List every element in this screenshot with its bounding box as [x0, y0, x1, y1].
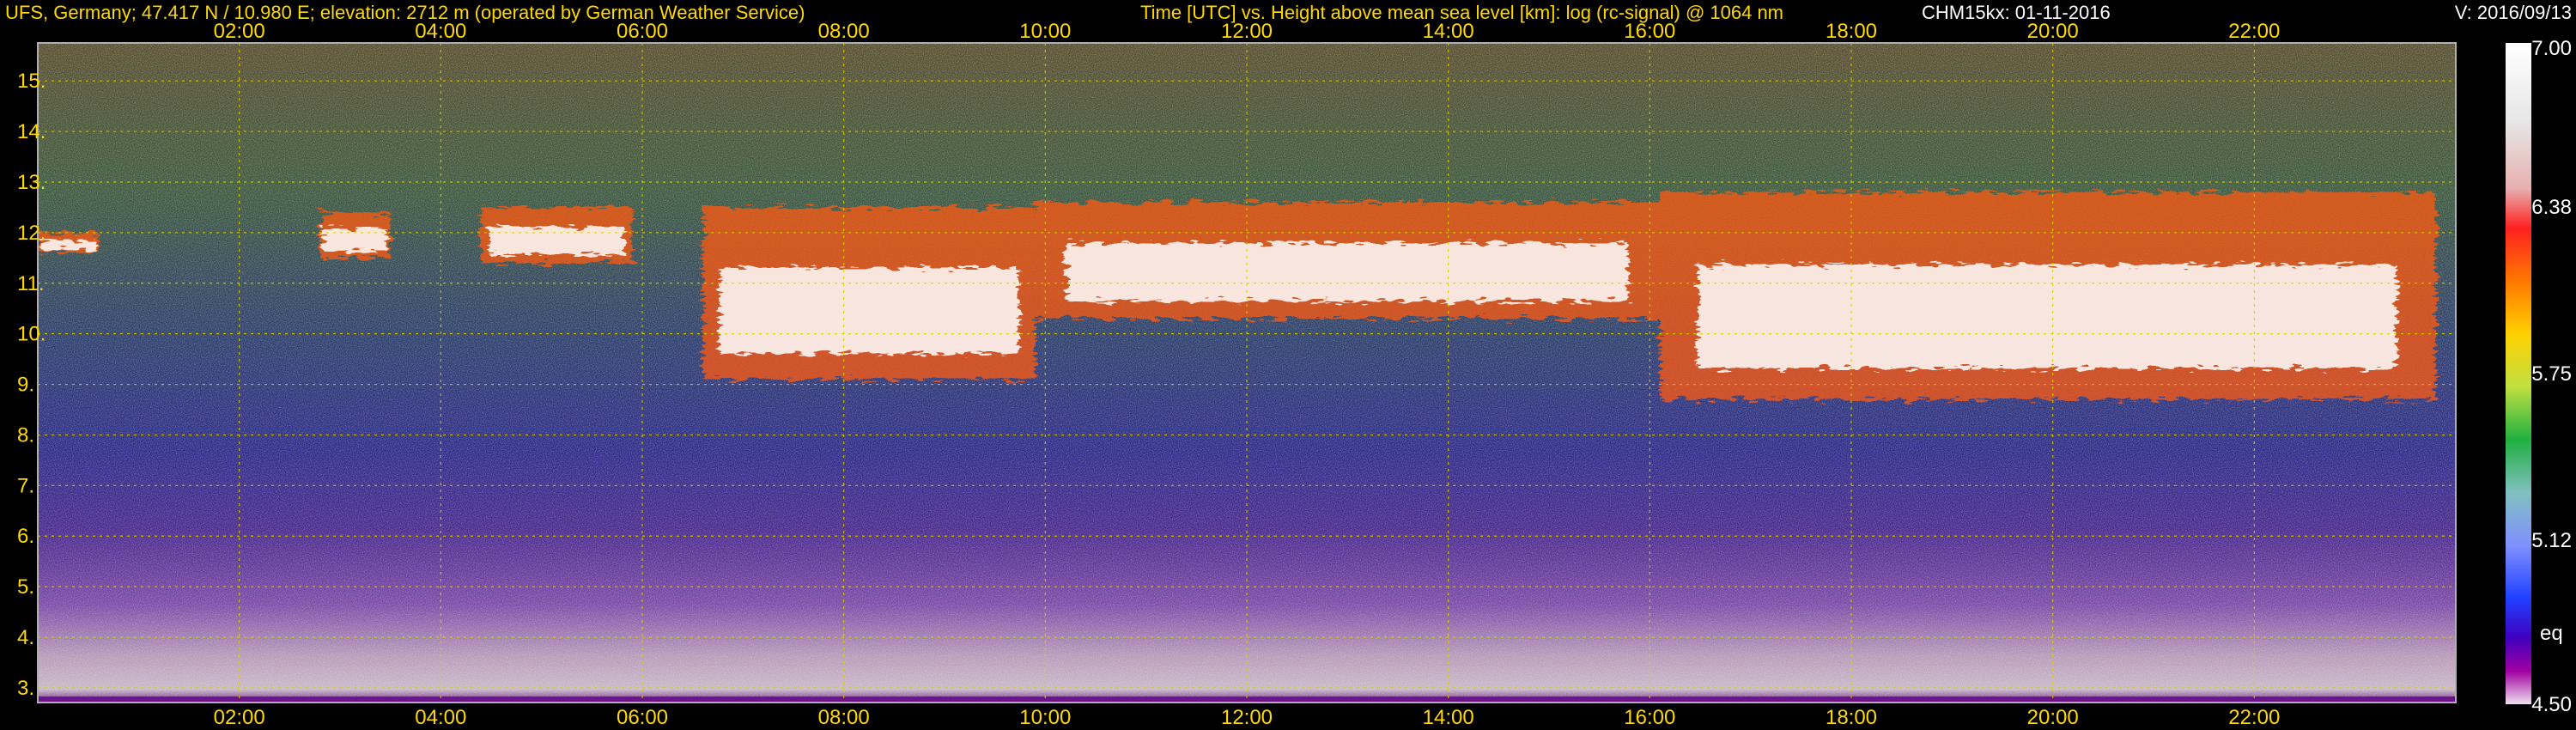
- x-tick-labels-top: 02:00 04:00 06:00 08:00 10:00 12:00 14:00 16:00…: [214, 20, 2281, 43]
- x-tick-labels-bottom: 02:00 04:00 06:00 08:00 10:00 12:00 14:00 16:00…: [214, 706, 2281, 729]
- x-tick-label-top: 20:00: [2027, 20, 2079, 43]
- cloud-core: [323, 228, 387, 252]
- cloud-core: [1066, 242, 1629, 301]
- x-tick-label-bottom: 02:00: [214, 706, 265, 729]
- x-tick-label-bottom: 06:00: [617, 706, 668, 729]
- x-tick-label-top: 16:00: [1624, 20, 1675, 43]
- colorbar-label: 5.75: [2531, 362, 2572, 386]
- y-tick-label: 4.: [17, 626, 34, 649]
- x-tick-label-bottom: 20:00: [2027, 706, 2079, 729]
- cloud-core: [489, 227, 625, 255]
- x-tick-label-bottom: 08:00: [818, 706, 870, 729]
- x-tick-label-bottom: 22:00: [2228, 706, 2280, 729]
- x-tick-label-top: 12:00: [1221, 20, 1273, 43]
- y-tick-label: 9.: [17, 374, 34, 397]
- x-tick-label-bottom: 16:00: [1624, 706, 1675, 729]
- instrument-date: CHM15kx: 01-11-2016: [1922, 2, 2111, 23]
- x-tick-label-top: 22:00: [2228, 20, 2280, 43]
- y-tick-label: 12.: [17, 222, 46, 245]
- colorbar-small-label: eq: [2540, 622, 2563, 645]
- station-info: UFS, Germany; 47.417 N / 10.980 E; eleva…: [5, 2, 805, 23]
- colorbar-label: 4.50: [2531, 693, 2572, 716]
- x-tick-label-top: 06:00: [617, 20, 668, 43]
- y-tick-label: 3.: [17, 677, 34, 700]
- version-label: V: 2016/09/13: [2455, 2, 2572, 23]
- x-tick-label-bottom: 04:00: [415, 706, 466, 729]
- y-tick-label: 5.: [17, 575, 34, 599]
- x-tick-label-top: 18:00: [1826, 20, 1877, 43]
- y-tick-label: 15.: [17, 70, 46, 93]
- ceilometer-chart: UFS, Germany; 47.417 N / 10.980 E; eleva…: [5, 2, 2572, 729]
- y-tick-label: 6.: [17, 525, 34, 548]
- y-tick-label: 14.: [17, 120, 46, 143]
- x-tick-label-top: 14:00: [1423, 20, 1474, 43]
- x-tick-label-bottom: 14:00: [1423, 706, 1474, 729]
- colorbar-label: 6.38: [2531, 196, 2572, 219]
- x-tick-label-top: 04:00: [415, 20, 466, 43]
- x-tick-label-top: 10:00: [1019, 20, 1071, 43]
- cloud-core: [1698, 265, 2397, 368]
- colorbar-label: 5.12: [2531, 529, 2572, 552]
- x-tick-label-bottom: 18:00: [1826, 706, 1877, 729]
- colorbar: [2506, 43, 2531, 704]
- colorbar-label: 7.00: [2531, 37, 2572, 60]
- x-tick-label-bottom: 10:00: [1019, 706, 1071, 729]
- y-tick-label: 11.: [17, 272, 45, 295]
- y-tick-label: 7.: [17, 474, 34, 497]
- x-tick-label-top: 08:00: [818, 20, 870, 43]
- y-tick-label: 13.: [17, 171, 46, 194]
- colorbar-labels: 7.00 6.38 5.75 5.12 4.50: [2531, 37, 2572, 716]
- cloud-core: [719, 267, 1019, 354]
- y-tick-label: 8.: [17, 423, 34, 447]
- x-tick-label-top: 02:00: [214, 20, 265, 43]
- x-tick-label-bottom: 12:00: [1221, 706, 1273, 729]
- cloud-core: [40, 240, 95, 250]
- y-tick-label: 10.: [17, 323, 46, 346]
